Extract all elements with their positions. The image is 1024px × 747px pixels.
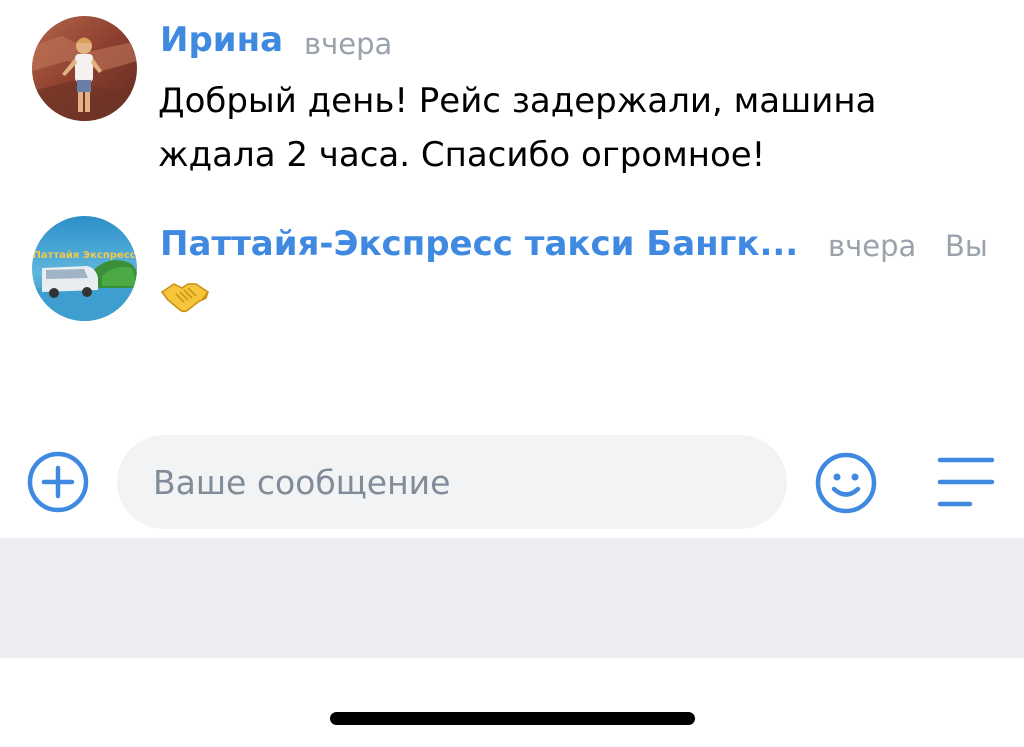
message-input[interactable]	[153, 435, 753, 529]
avatar[interactable]: Паттайя Экспресс	[32, 216, 137, 321]
message-input-container	[117, 435, 787, 529]
message-time: вчера	[828, 229, 917, 263]
handshake-emoji	[158, 276, 212, 324]
company-logo-icon: Паттайя Экспресс	[32, 216, 137, 321]
message-composer	[0, 433, 1024, 533]
message-time: вчера	[304, 27, 393, 61]
logo-text: Паттайя Экспресс	[32, 250, 135, 261]
home-indicator[interactable]	[330, 712, 695, 725]
message-text: Добрый день! Рейс задержали, машина ждал…	[158, 81, 877, 175]
message-author[interactable]: Паттайя-Экспресс такси Бангк...	[160, 222, 798, 266]
avatar[interactable]	[32, 16, 137, 121]
menu-lines-icon[interactable]	[936, 455, 996, 509]
keyboard-area	[0, 538, 1024, 658]
user-photo-icon	[32, 16, 137, 121]
smile-icon[interactable]	[813, 450, 879, 516]
message-author[interactable]: Ирина	[160, 18, 283, 62]
message-status: Вы	[945, 229, 988, 263]
chat-screen: Ирина вчера Добрый день! Рейс задержали,…	[0, 0, 1024, 747]
handshake-icon	[160, 283, 209, 313]
plus-circle-icon[interactable]	[26, 450, 90, 514]
